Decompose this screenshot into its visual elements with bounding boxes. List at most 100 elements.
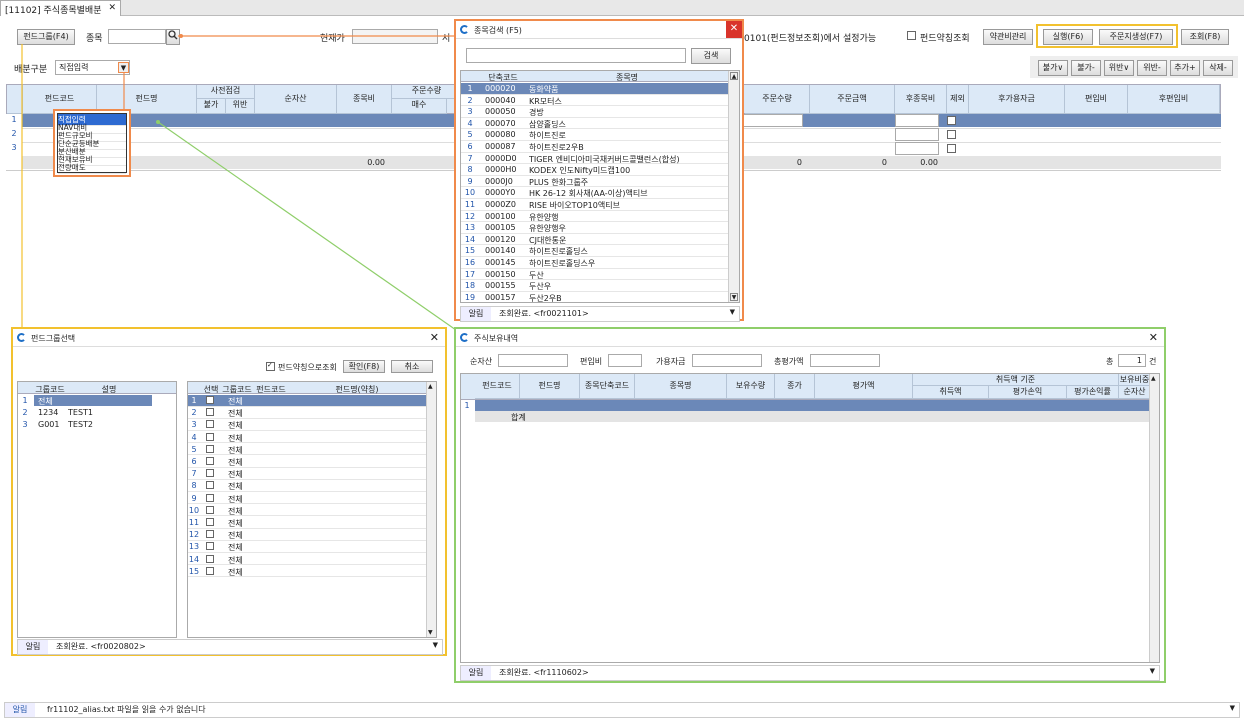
stock-row[interactable]: 11 0000Z0 RISE 바이오TOP10액티브 [461, 199, 729, 211]
row-number: 9 [191, 493, 197, 503]
select-checkbox[interactable] [206, 457, 214, 465]
stock-code: 000070 [485, 118, 516, 128]
group-code-cell[interactable]: 전체 [38, 396, 68, 407]
select-checkbox[interactable] [206, 493, 214, 502]
header-eval-amount: 평가액 [815, 374, 913, 399]
close-icon[interactable]: ✕ [726, 21, 742, 38]
row-number: 3 [467, 107, 473, 117]
stock-code: 0000Z0 [485, 200, 516, 209]
group-code-cell[interactable]: 1234 [38, 408, 68, 417]
select-checkbox[interactable] [206, 444, 214, 453]
total-unit: 건 [1149, 357, 1157, 366]
group-code-cell[interactable]: G001 [38, 420, 68, 429]
stock-search-input[interactable] [466, 48, 686, 63]
table-row[interactable] [475, 400, 1151, 411]
incl-label: 편입비 [580, 357, 603, 366]
select-checkbox[interactable] [206, 530, 214, 539]
select-checkbox[interactable] [206, 396, 214, 404]
select-checkbox[interactable] [206, 420, 214, 429]
chevron-down-icon[interactable]: ▼ [1230, 704, 1235, 712]
fund-row[interactable]: 2 전체 [188, 407, 426, 419]
stock-row[interactable]: 6 000087 하이트진로2우B [461, 141, 729, 153]
header-eval-pl: 평가손익 [989, 386, 1067, 399]
stock-name: 경방 [529, 108, 544, 118]
holdings-titlebar: 주식보유내역 ✕ [456, 329, 1164, 347]
fund-row[interactable]: 7 전체 [188, 468, 426, 480]
group-code-cell: 전체 [228, 482, 243, 492]
stock-row[interactable]: 4 000070 삼양홀딩스 [461, 118, 729, 130]
select-checkbox[interactable] [206, 566, 214, 575]
stock-row[interactable]: 17 000150 두산 [461, 269, 729, 281]
row-number: 8 [467, 165, 473, 175]
fund-row[interactable]: 8 전체 [188, 480, 426, 492]
chevron-down-icon[interactable]: ▼ [433, 641, 438, 649]
stock-row[interactable]: 5 000080 하이트진로 [461, 129, 729, 141]
eval-label: 총평가액 [774, 357, 804, 366]
stock-row[interactable]: 9 0000J0 PLUS 한화그룹주 [461, 176, 729, 188]
header-stock-code: 종목단축코드 [580, 374, 635, 399]
close-icon[interactable]: ✕ [430, 331, 439, 344]
cancel-button[interactable]: 취소 [391, 360, 433, 373]
scroll-up-icon[interactable]: ▲ [428, 383, 433, 390]
group-code-cell: 전체 [228, 543, 243, 553]
confirm-button[interactable]: 확인(F8) [343, 360, 385, 373]
stock-row[interactable]: 15 000140 하이트진로홀딩스 [461, 245, 729, 257]
fund-row[interactable]: 12 전체 [188, 529, 426, 541]
fund-row[interactable]: 14 전체 [188, 554, 426, 566]
fund-abbrev-checkbox[interactable]: ✓ [266, 361, 275, 371]
fund-row[interactable]: 4 전체 [188, 432, 426, 444]
scrollbar[interactable]: ▲ [1149, 374, 1159, 662]
stock-row[interactable]: 16 000145 하이트진로홀딩스우 [461, 257, 729, 269]
group-code-cell: 전체 [228, 555, 243, 565]
stock-row[interactable]: 18 000155 두산우 [461, 280, 729, 292]
stock-name: 두산 [529, 270, 544, 280]
stock-row[interactable]: 7 0000D0 TIGER 엔비디아미국채커버드콜밸런스(합성) [461, 153, 729, 165]
stock-row[interactable]: 14 000120 CJ대한통운 [461, 234, 729, 246]
select-checkbox[interactable] [206, 481, 214, 490]
stock-row[interactable]: 10 0000Y0 HK 26-12 회사채(AA-이상)액티브 [461, 187, 729, 199]
scrollbar[interactable]: ▲ ▼ [728, 71, 739, 302]
scrollbar[interactable]: ▲ ▼ [426, 382, 436, 637]
stock-row[interactable]: 12 000100 유한양행 [461, 211, 729, 223]
select-checkbox[interactable] [206, 518, 214, 526]
select-checkbox[interactable] [206, 469, 214, 478]
stock-row[interactable]: 3 000050 경방 [461, 106, 729, 118]
fund-row[interactable]: 15 전체 [188, 566, 426, 578]
fund-row[interactable]: 5 전체 [188, 444, 426, 456]
net-asset-label: 순자산 [470, 357, 493, 366]
stock-search-button[interactable]: 검색 [691, 48, 731, 64]
stock-row[interactable]: 8 0000H0 KODEX 인도Nifty미드캡100 [461, 164, 729, 176]
select-checkbox[interactable] [206, 432, 214, 441]
row-number: 19 [464, 292, 476, 302]
app-logo-icon [17, 333, 26, 342]
select-checkbox[interactable] [206, 505, 214, 514]
select-checkbox[interactable] [206, 554, 214, 563]
row-number: 3 [22, 420, 28, 429]
stock-row[interactable]: 1 000020 동화약품 [461, 83, 729, 95]
select-checkbox[interactable] [206, 408, 214, 417]
group-code-cell: 전체 [228, 433, 243, 443]
stock-row[interactable]: 2 000040 KR모터스 [461, 95, 729, 107]
select-checkbox[interactable] [206, 542, 214, 551]
row-number: 14 [464, 234, 476, 244]
scroll-up-icon[interactable]: ▲ [1151, 375, 1156, 382]
scroll-down-icon[interactable]: ▼ [730, 293, 738, 301]
row-number: 12 [188, 530, 200, 540]
close-icon[interactable]: ✕ [1149, 331, 1158, 344]
fund-row[interactable]: 13 전체 [188, 541, 426, 553]
fund-row[interactable]: 10 전체 [188, 505, 426, 517]
chevron-down-icon[interactable]: ▼ [730, 308, 735, 316]
chevron-down-icon[interactable]: ▼ [1150, 667, 1155, 675]
fund-row[interactable]: 3 전체 [188, 419, 426, 431]
fund-row[interactable]: 1 전체 [188, 395, 426, 407]
stock-name: 삼양홀딩스 [529, 119, 566, 129]
group-code-cell: 전체 [228, 567, 243, 577]
scroll-down-icon[interactable]: ▼ [428, 629, 433, 636]
stock-row[interactable]: 13 000105 유한양행우 [461, 222, 729, 234]
app-logo-icon [460, 333, 469, 342]
fund-row[interactable]: 9 전체 [188, 493, 426, 505]
stock-row[interactable]: 19 000157 두산2우B [461, 292, 729, 302]
scroll-up-icon[interactable]: ▲ [730, 72, 738, 80]
fund-row[interactable]: 6 전체 [188, 456, 426, 468]
fund-row[interactable]: 11 전체 [188, 517, 426, 529]
